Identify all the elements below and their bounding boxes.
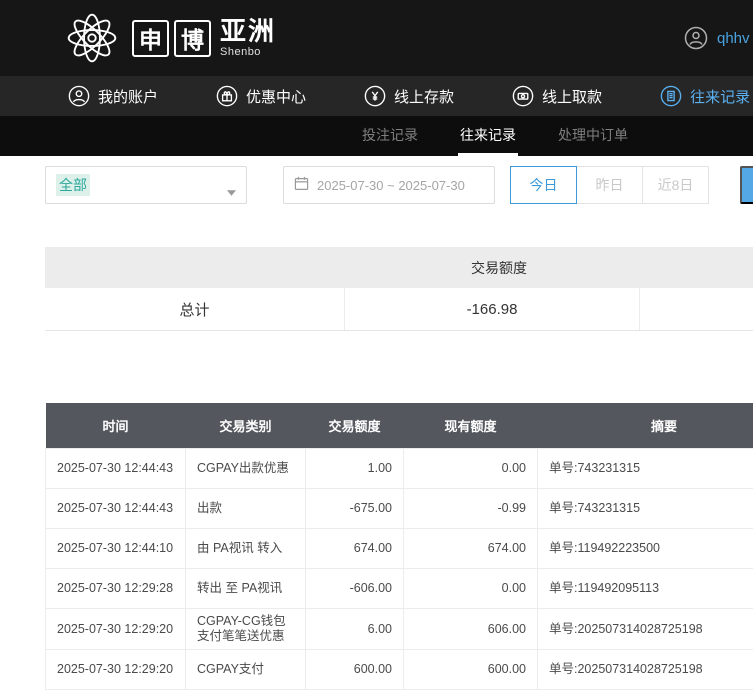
type-select[interactable]: 全部 (45, 166, 247, 204)
cell-amount: 1.00 (306, 449, 404, 489)
cell-type: CGPAY支付 (186, 650, 306, 690)
cell-summary: 单号:202507314028725198 (538, 609, 753, 650)
username[interactable]: qhhv (717, 30, 750, 47)
cell-balance: 0.00 (404, 569, 538, 609)
cell-time: 2025-07-30 12:29:20 (46, 650, 186, 690)
account-area[interactable]: qhhv (684, 0, 750, 76)
record-tabs: 投注记录 往来记录 处理中订单 (0, 116, 753, 156)
date-range-input[interactable]: 2025-07-30 ~ 2025-07-30 (283, 166, 495, 204)
quick-range-group: 今日 昨日 近8日 (510, 166, 709, 204)
tab-transaction-records[interactable]: 往来记录 (458, 116, 518, 156)
main-nav: 我的账户 优惠中心 线上存款 (0, 76, 753, 116)
nav-item-withdraw[interactable]: 线上取款 (512, 85, 602, 107)
col-amount: 交易额度 (306, 403, 404, 449)
summary-total-row: 总计 -166.98 (45, 288, 753, 331)
cell-type: CGPAY出款优惠 (186, 449, 306, 489)
cell-time: 2025-07-30 12:29:28 (46, 569, 186, 609)
brand-region-text: 亚洲 (220, 18, 276, 45)
cell-amount: 674.00 (306, 529, 404, 569)
user-icon (68, 85, 90, 107)
cell-time: 2025-07-30 12:44:43 (46, 449, 186, 489)
cell-type: 转出 至 PA视讯 (186, 569, 306, 609)
nav-item-label: 往来记录 (690, 86, 750, 107)
table-row: 2025-07-30 12:29:28 转出 至 PA视讯 -606.00 0.… (46, 569, 753, 609)
page: 申 博 亚洲 Shenbo qhhv (0, 0, 753, 679)
top-header: 申 博 亚洲 Shenbo qhhv (0, 0, 753, 76)
table-row: 2025-07-30 12:29:20 CGPAY支付 600.00 600.0… (46, 650, 753, 690)
col-time: 时间 (46, 403, 186, 449)
cell-summary: 单号:119492095113 (538, 569, 753, 609)
cell-balance: 0.00 (404, 449, 538, 489)
records-table: 时间 交易类别 交易额度 现有额度 摘要 2025-07-30 12:44:43… (45, 403, 753, 690)
cell-time: 2025-07-30 12:44:10 (46, 529, 186, 569)
cell-balance: 600.00 (404, 650, 538, 690)
cell-summary: 单号:119492223500 (538, 529, 753, 569)
summary-empty-cell (640, 288, 753, 330)
nav-item-deposit[interactable]: 线上存款 (364, 85, 454, 107)
cell-amount: -675.00 (306, 489, 404, 529)
user-avatar-icon (684, 26, 708, 50)
calendar-icon (294, 176, 309, 194)
tab-processing-orders[interactable]: 处理中订单 (556, 116, 630, 156)
cut-off-action-button[interactable] (740, 166, 753, 204)
brand-region: 亚洲 Shenbo (220, 18, 276, 57)
cell-type: 出款 (186, 489, 306, 529)
cell-amount: 6.00 (306, 609, 404, 650)
cell-summary: 单号:743231315 (538, 489, 753, 529)
chevron-down-icon (227, 183, 236, 201)
cell-balance: -0.99 (404, 489, 538, 529)
yesterday-button[interactable]: 昨日 (576, 166, 643, 204)
cell-summary: 单号:202507314028725198 (538, 650, 753, 690)
col-balance: 现有额度 (404, 403, 538, 449)
cell-summary: 单号:743231315 (538, 449, 753, 489)
table-row: 2025-07-30 12:29:20 CGPAY-CG钱包支付笔笔送优惠 6.… (46, 609, 753, 650)
cell-time: 2025-07-30 12:44:43 (46, 489, 186, 529)
col-type: 交易类别 (186, 403, 306, 449)
deposit-coin-icon (364, 85, 386, 107)
table-row: 2025-07-30 12:44:43 出款 -675.00 -0.99 单号:… (46, 489, 753, 529)
nav-item-label: 优惠中心 (246, 86, 306, 107)
cell-time: 2025-07-30 12:29:20 (46, 609, 186, 650)
tab-bet-records[interactable]: 投注记录 (360, 116, 420, 156)
cell-balance: 674.00 (404, 529, 538, 569)
nav-item-my-account[interactable]: 我的账户 (68, 85, 158, 107)
brand-char-2: 博 (174, 20, 211, 57)
last-8-days-button[interactable]: 近8日 (642, 166, 709, 204)
cell-amount: 600.00 (306, 650, 404, 690)
summary-total-value: -166.98 (345, 288, 640, 330)
table-row: 2025-07-30 12:44:43 CGPAY出款优惠 1.00 0.00 … (46, 449, 753, 489)
brand-logo: 申 博 亚洲 Shenbo (0, 10, 276, 66)
cell-amount: -606.00 (306, 569, 404, 609)
nav-item-transaction-records[interactable]: 往来记录 (660, 85, 750, 107)
cell-type: CGPAY-CG钱包支付笔笔送优惠 (186, 609, 306, 650)
table-header-row: 时间 交易类别 交易额度 现有额度 摘要 (46, 403, 753, 449)
brand-subtitle: Shenbo (220, 46, 276, 58)
today-button[interactable]: 今日 (510, 166, 577, 204)
filter-bar: 全部 2025-07-30 ~ 2025-07-30 今日 昨日 近8日 (0, 166, 753, 206)
nav-item-label: 线上取款 (542, 86, 602, 107)
flower-logo-icon (64, 10, 120, 66)
summary-table: 交易额度 总计 -166.98 (45, 247, 753, 331)
brand-char-1: 申 (132, 20, 169, 57)
cell-balance: 606.00 (404, 609, 538, 650)
type-select-value: 全部 (56, 174, 90, 196)
cell-type: 由 PA视讯 转入 (186, 529, 306, 569)
col-summary: 摘要 (538, 403, 753, 449)
summary-total-label: 总计 (45, 288, 345, 330)
summary-header: 交易额度 (45, 247, 753, 288)
records-document-icon (660, 85, 682, 107)
withdraw-banknote-icon (512, 85, 534, 107)
table-row: 2025-07-30 12:44:10 由 PA视讯 转入 674.00 674… (46, 529, 753, 569)
date-range-value: 2025-07-30 ~ 2025-07-30 (317, 178, 465, 193)
nav-item-label: 线上存款 (394, 86, 454, 107)
gift-icon (216, 85, 238, 107)
nav-item-label: 我的账户 (98, 86, 158, 107)
nav-item-promotions[interactable]: 优惠中心 (216, 85, 306, 107)
